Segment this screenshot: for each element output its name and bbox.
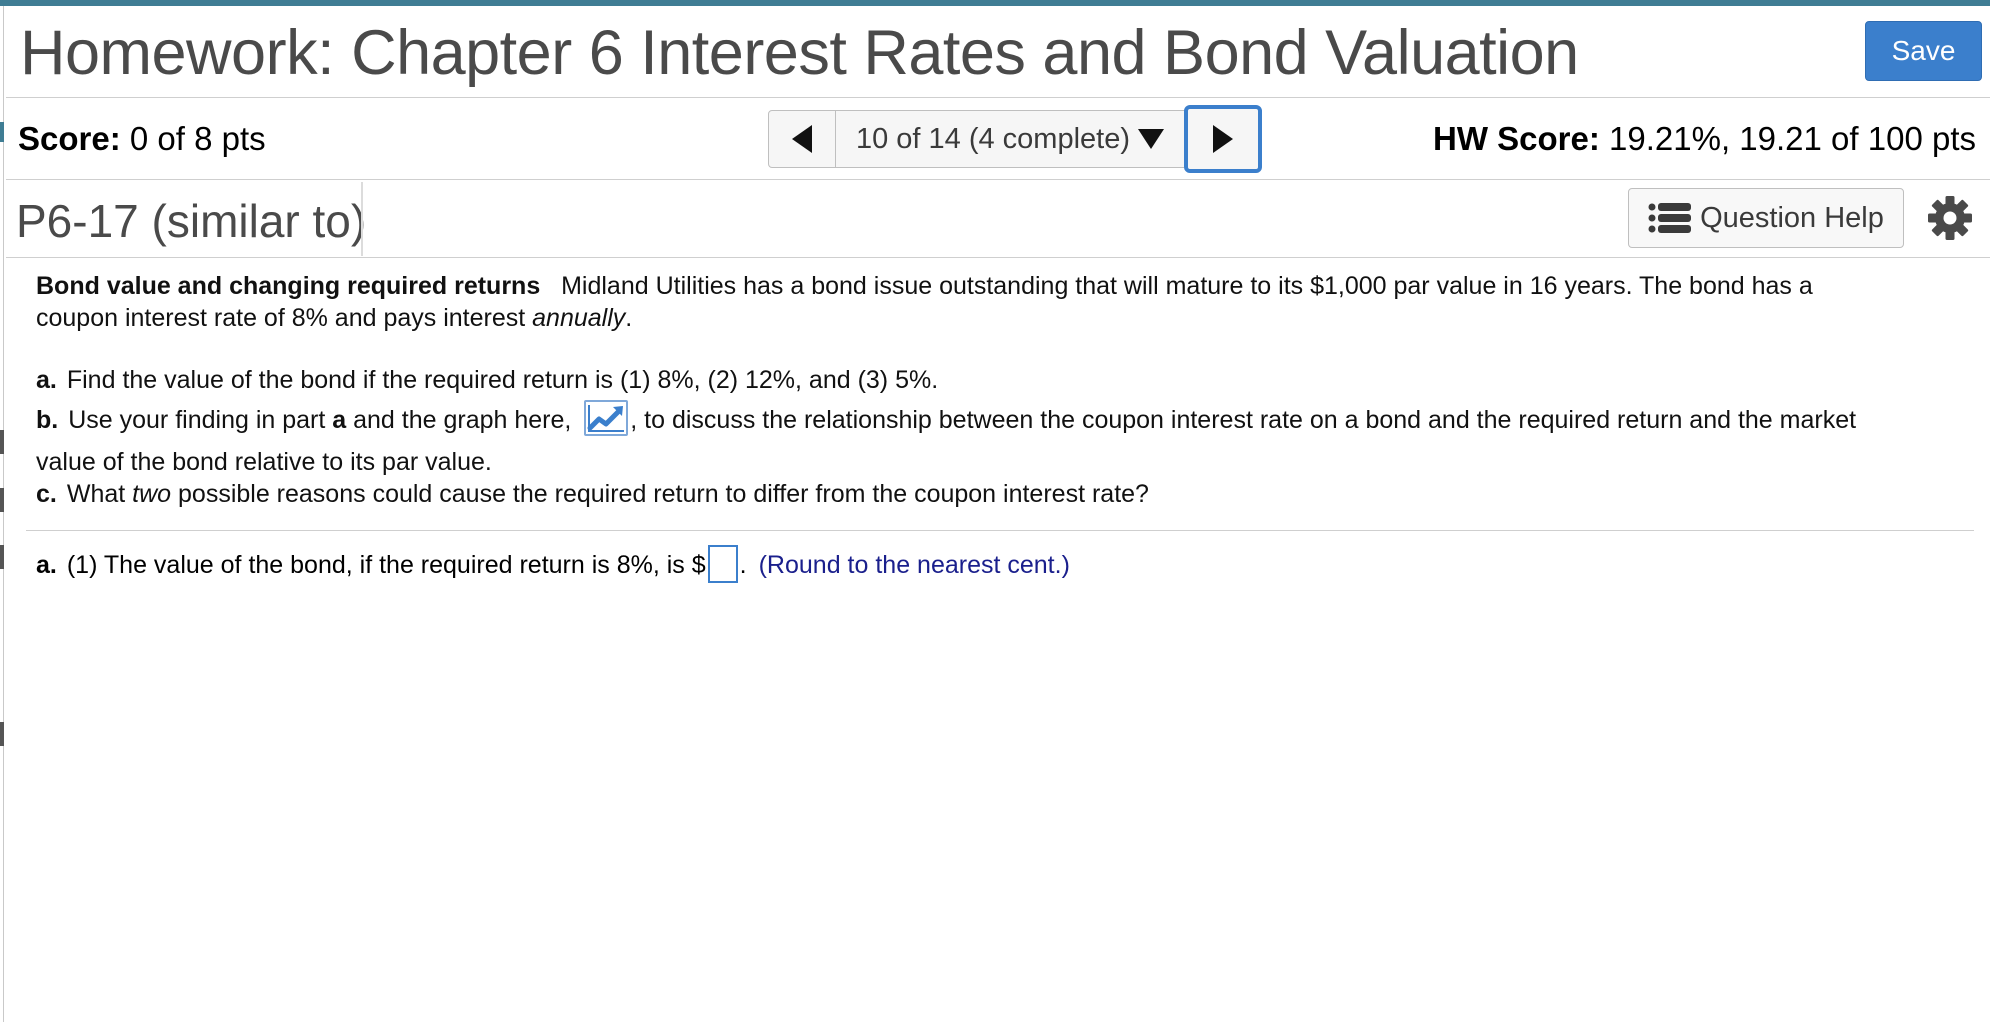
previous-question-button[interactable]: [768, 110, 836, 168]
question-help-button[interactable]: Question Help: [1628, 188, 1904, 248]
question-header: P6-17 (similar to) Question Help: [6, 180, 1990, 258]
question-navigator: 10 of 14 (4 complete): [768, 105, 1262, 173]
hw-score: HW Score: 19.21%, 19.21 of 100 pts: [1433, 119, 1976, 159]
left-edge-marker: [0, 122, 4, 142]
part-a-label: a.: [36, 366, 57, 394]
problem-intro-text-2: coupon interest rate of 8% and pays inte…: [36, 304, 533, 332]
answer-text: (1) The value of the bond, if the requir…: [66, 551, 706, 579]
left-panel-edge: [0, 6, 4, 1022]
problem-intro-text: Midland Utilities has a bond issue outst…: [561, 272, 1813, 300]
answer-row: a. (1) The value of the bond, if the requ…: [36, 545, 1070, 584]
left-edge-marker: [0, 430, 4, 454]
homework-header: Homework: Chapter 6 Interest Rates and B…: [6, 6, 1990, 98]
score: Score: 0 of 8 pts: [18, 119, 266, 159]
question-id: P6-17 (similar to): [16, 195, 367, 247]
bond-value-input[interactable]: [707, 545, 738, 584]
part-a: a. Find the value of the bond if the requ…: [36, 364, 938, 396]
part-c-label: c.: [36, 480, 57, 508]
part-b-label: b.: [36, 406, 59, 434]
problem-intro: Bond value and changing required returns…: [36, 270, 1956, 334]
chart-line-icon: [587, 405, 625, 433]
gear-icon[interactable]: [1926, 194, 1974, 242]
left-edge-marker: [0, 488, 4, 512]
question-help-label: Question Help: [1700, 201, 1884, 234]
next-question-button[interactable]: [1184, 105, 1262, 173]
part-c-text-2: possible reasons could cause the require…: [171, 480, 1149, 508]
part-c: c. What two possible reasons could cause …: [36, 478, 1149, 510]
part-b-continued: value of the bond relative to its par va…: [36, 448, 492, 476]
triangle-right-icon: [1213, 125, 1233, 153]
rounding-hint: (Round to the nearest cent.): [758, 551, 1070, 579]
divider: [361, 182, 363, 256]
triangle-left-icon: [792, 125, 812, 153]
score-bar: Score: 0 of 8 pts 10 of 14 (4 complete) …: [6, 98, 1990, 180]
caret-down-icon: [1138, 129, 1165, 149]
hw-score-value: 19.21%, 19.21 of 100 pts: [1609, 120, 1976, 157]
question-selector-label: 10 of 14 (4 complete): [855, 122, 1131, 155]
part-c-emphasis: two: [132, 480, 172, 508]
homework-title: Homework: Chapter 6 Interest Rates and B…: [20, 18, 1579, 88]
left-edge-marker: [0, 722, 4, 746]
part-b-text: Use your finding in part: [68, 406, 333, 434]
part-a-text: Find the value of the bond if the requir…: [66, 366, 939, 394]
problem-title: Bond value and changing required returns: [36, 272, 541, 300]
left-edge-marker: [0, 545, 4, 569]
score-label: Score:: [18, 120, 121, 157]
answer-after-input: .: [739, 551, 747, 579]
answer-label: a.: [36, 551, 57, 579]
list-icon: [1648, 203, 1692, 233]
problem-intro-end: .: [625, 304, 633, 332]
question-selector[interactable]: 10 of 14 (4 complete): [836, 110, 1184, 168]
part-b-text-2: and the graph here,: [346, 406, 579, 434]
save-button[interactable]: Save: [1865, 21, 1982, 81]
problem-intro-emphasis: annually: [532, 304, 626, 332]
score-value: 0 of 8 pts: [129, 120, 266, 157]
part-b: b. Use your finding in part a and the gra…: [36, 400, 1857, 437]
graph-link-icon[interactable]: [584, 400, 629, 437]
part-c-text: What: [66, 480, 133, 508]
part-b-text-3: , to discuss the relationship between th…: [630, 406, 1857, 434]
answer-divider: [26, 530, 1974, 531]
hw-score-label: HW Score:: [1433, 120, 1600, 157]
part-b-bold: a: [332, 406, 347, 434]
